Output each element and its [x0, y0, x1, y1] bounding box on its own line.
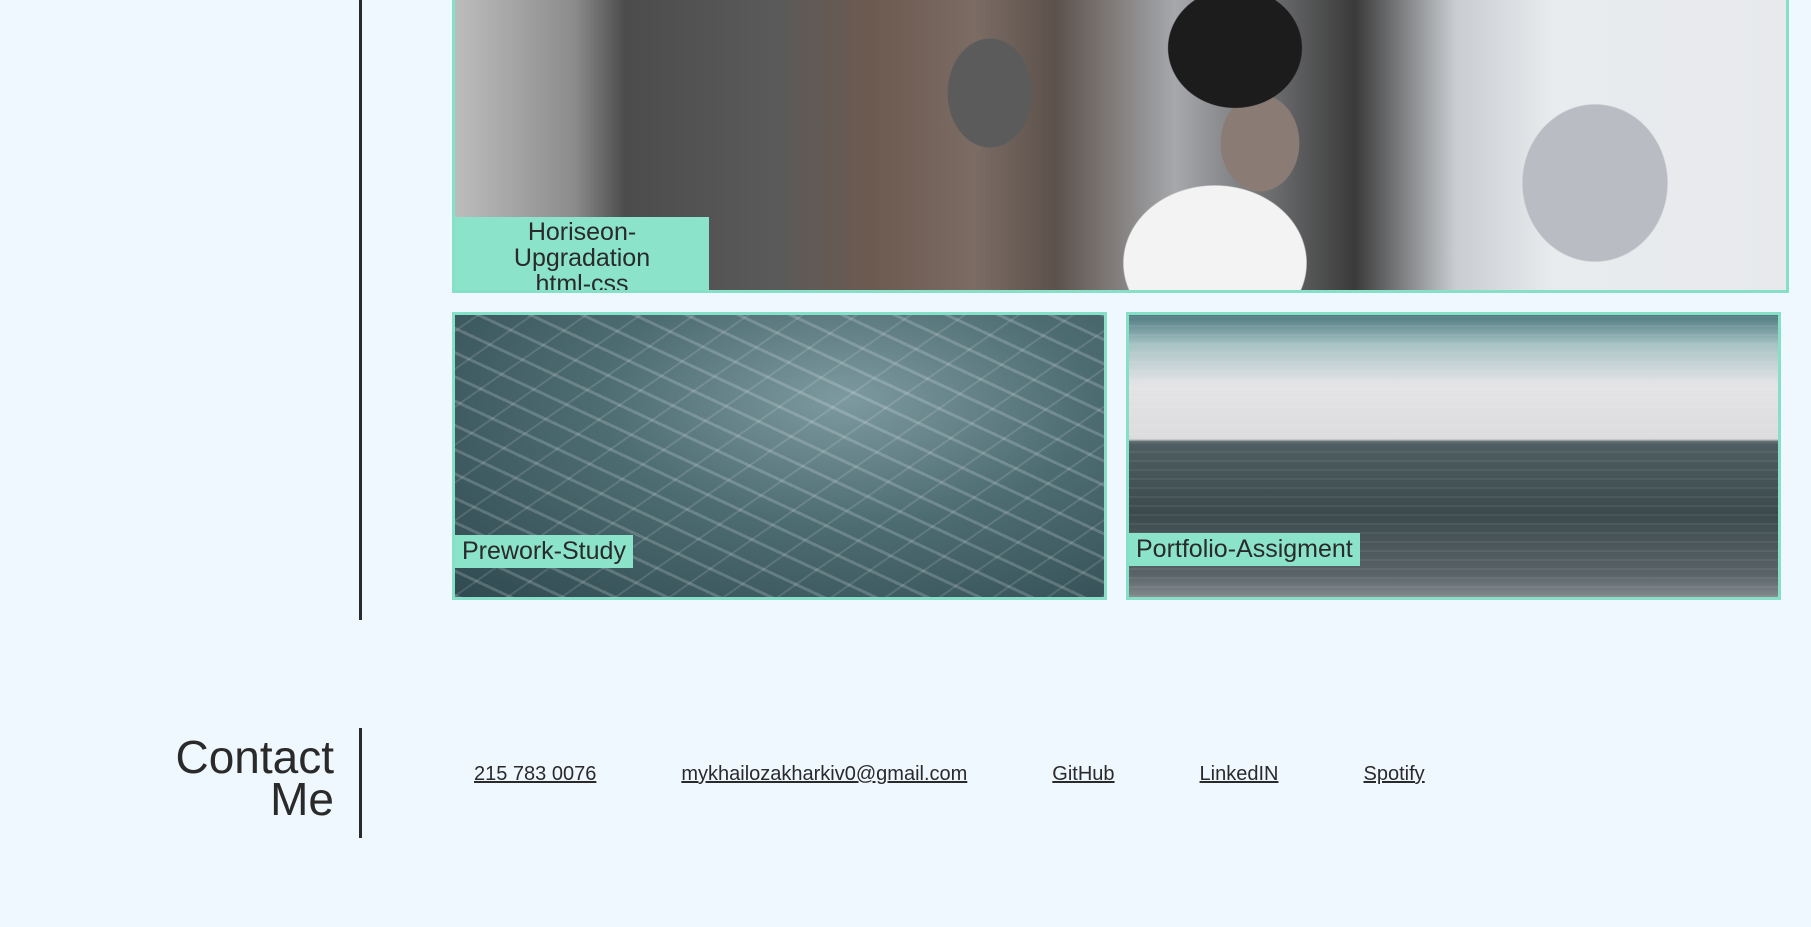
contact-heading-line2: Me [270, 773, 334, 825]
project-label[interactable]: Horiseon-Upgradation html-css [455, 217, 709, 293]
linkedin-link[interactable]: LinkedIN [1200, 763, 1279, 786]
contact-divider [359, 728, 362, 838]
spotify-link[interactable]: Spotify [1363, 763, 1424, 786]
project-title-line2: html-css [535, 270, 629, 293]
project-card-portfolio[interactable]: Portfolio-Assigment [1126, 312, 1781, 600]
github-link[interactable]: GitHub [1052, 763, 1114, 786]
project-label[interactable]: Portfolio-Assigment [1129, 533, 1360, 566]
email-link[interactable]: mykhailozakharkiv0@gmail.com [681, 763, 967, 786]
project-title-line1: Horiseon-Upgradation [513, 218, 651, 272]
project-label[interactable]: Prework-Study [455, 535, 633, 568]
section-divider [359, 0, 362, 620]
contact-heading: Contact Me [134, 731, 334, 825]
contact-links: 215 783 0076 mykhailozakharkiv0@gmail.co… [474, 763, 1425, 786]
project-card-horiseon[interactable]: Horiseon-Upgradation html-css [452, 0, 1789, 293]
contact-heading-line1: Contact [175, 731, 334, 783]
phone-link[interactable]: 215 783 0076 [474, 763, 596, 786]
project-card-prework[interactable]: Prework-Study [452, 312, 1107, 600]
